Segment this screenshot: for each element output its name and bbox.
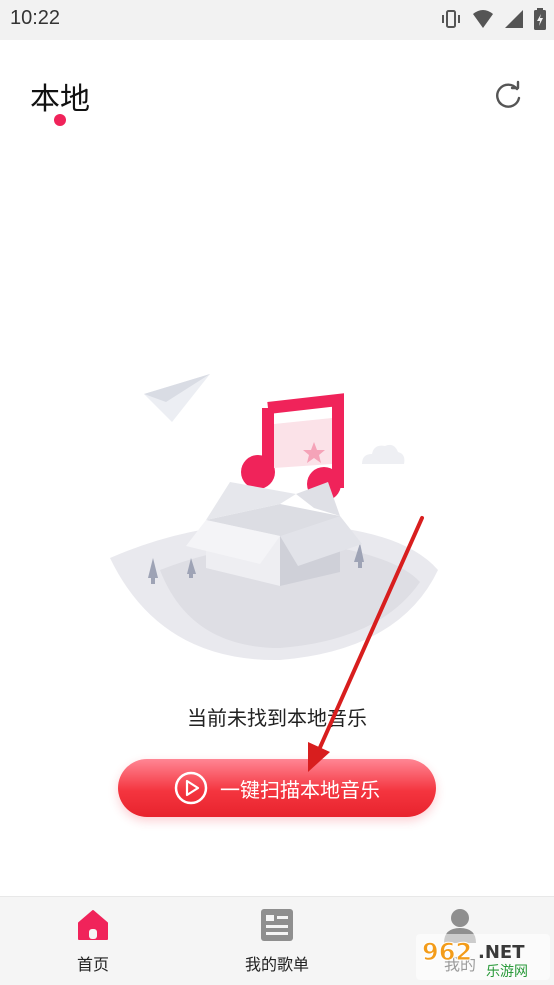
home-icon [78, 910, 108, 940]
paper-plane-icon [144, 374, 210, 422]
nav-label-home: 首页 [76, 955, 109, 974]
status-bar: 10:22 [0, 0, 554, 40]
battery-icon [534, 8, 546, 30]
play-circle-icon [174, 771, 208, 805]
nav-label-playlist: 我的歌单 [244, 955, 309, 974]
playlist-icon [261, 909, 293, 941]
scan-button-label: 一键扫描本地音乐 [220, 777, 380, 802]
nav-item-playlist[interactable]: 我的歌单 [217, 897, 337, 985]
empty-state-message: 当前未找到本地音乐 [187, 706, 367, 730]
cloud-icon [362, 444, 405, 464]
status-icons [440, 8, 546, 30]
svg-text:.NET: .NET [478, 942, 525, 963]
refresh-icon[interactable] [490, 78, 526, 114]
wifi-icon [473, 10, 493, 28]
empty-music-illustration [110, 374, 438, 661]
vibrate-icon [442, 10, 460, 28]
tab-indicator-dot [54, 114, 66, 126]
watermark-logo: 962 .NET 乐游网 [416, 934, 550, 980]
signal-icon [505, 10, 523, 28]
scan-local-music-button[interactable]: 一键扫描本地音乐 [118, 759, 436, 817]
page-title: 本地 [30, 82, 90, 117]
svg-text:962: 962 [422, 938, 472, 966]
status-time: 10:22 [10, 7, 61, 29]
nav-item-home[interactable]: 首页 [33, 897, 153, 985]
svg-text:乐游网: 乐游网 [486, 964, 528, 980]
